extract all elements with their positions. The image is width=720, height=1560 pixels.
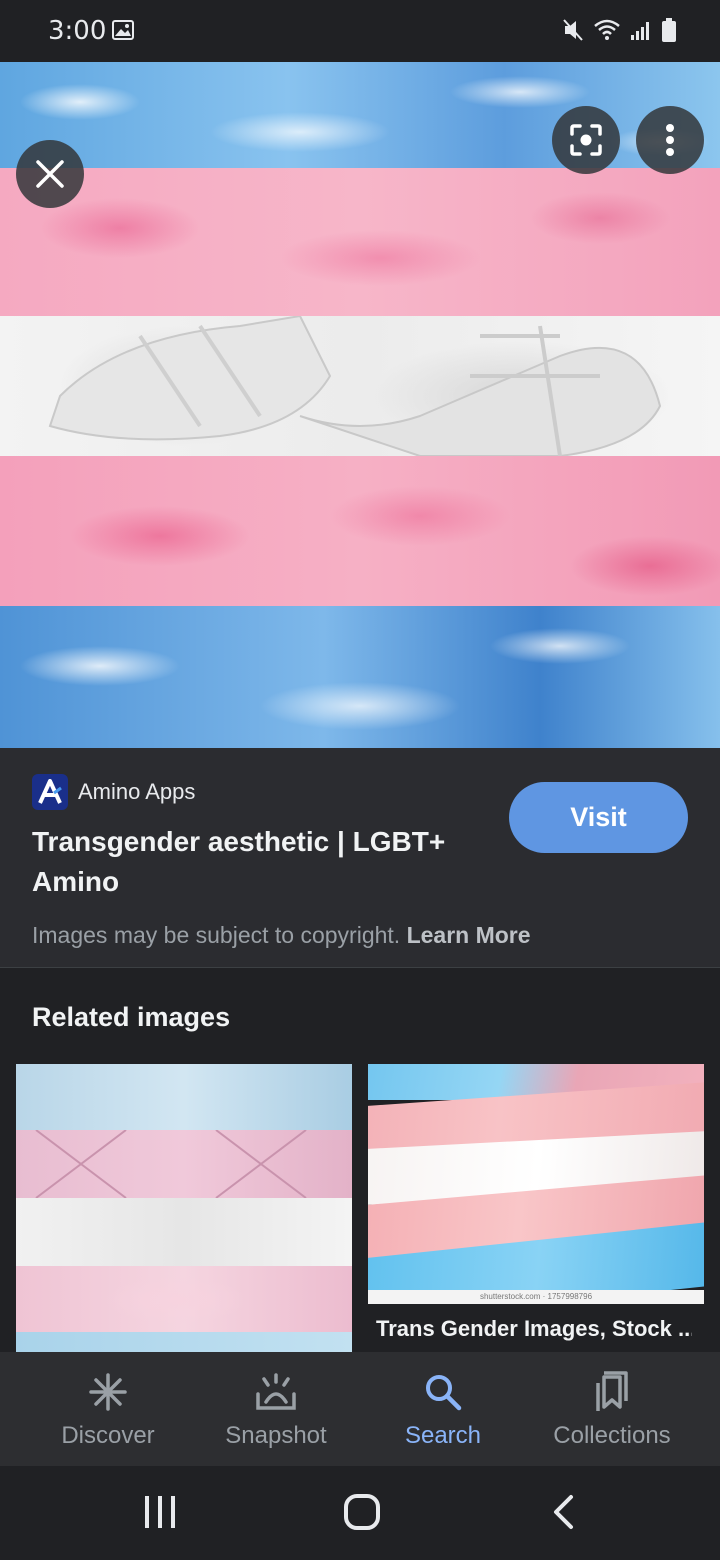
more-vertical-icon <box>666 124 674 156</box>
system-navigation-bar <box>0 1466 720 1560</box>
image-info-panel: Amino Apps Transgender aesthetic | LGBT+… <box>0 748 720 968</box>
source-name: Amino Apps <box>78 779 196 804</box>
learn-more-link[interactable]: Learn More <box>407 922 531 948</box>
bottom-navigation: Discover Snapshot Search Collections <box>0 1352 720 1466</box>
image-stripe-blue <box>0 606 720 748</box>
related-image-thumbnail[interactable] <box>16 1064 352 1352</box>
nav-snapshot[interactable]: Snapshot <box>186 1352 366 1466</box>
lens-button[interactable] <box>552 106 620 174</box>
related-images-heading: Related images <box>32 1002 231 1032</box>
stock-watermark: shutterstock.com · 1757998796 <box>479 1292 593 1301</box>
amino-logo-icon <box>32 774 68 810</box>
lens-icon <box>570 124 602 156</box>
gallery-notification-icon <box>112 20 134 45</box>
battery-icon <box>662 18 676 47</box>
status-time: 3:00 <box>48 16 107 46</box>
home-button[interactable] <box>342 1492 382 1532</box>
mute-icon <box>562 18 584 47</box>
divider <box>0 967 720 968</box>
nav-label: Snapshot <box>225 1422 327 1449</box>
recent-apps-icon <box>145 1496 175 1528</box>
image-stripe-pink <box>0 456 720 606</box>
image-stripe-pink <box>0 168 720 316</box>
source-row[interactable]: Amino Apps <box>32 774 195 810</box>
close-button[interactable] <box>16 140 84 208</box>
related-image-thumbnail[interactable] <box>368 1064 704 1304</box>
nav-label: Search <box>404 1422 482 1449</box>
main-image[interactable] <box>0 62 720 748</box>
image-stripe-white <box>0 316 720 456</box>
copyright-text: Images may be subject to copyright. <box>32 922 401 948</box>
nav-search[interactable]: Search <box>353 1352 533 1466</box>
recent-apps-button[interactable] <box>140 1492 180 1532</box>
search-icon <box>423 1370 463 1414</box>
home-icon <box>344 1494 380 1530</box>
back-icon <box>554 1495 573 1529</box>
related-images-grid: shutterstock.com · 1757998796 Trans Gend… <box>0 1064 720 1352</box>
status-icons <box>562 18 676 47</box>
signal-icon <box>630 19 652 46</box>
collections-icon <box>592 1370 632 1414</box>
nav-collections[interactable]: Collections <box>522 1352 702 1466</box>
status-bar: 3:00 <box>0 0 720 62</box>
wifi-icon <box>594 19 620 46</box>
back-button[interactable] <box>548 1492 578 1532</box>
snapshot-icon <box>254 1370 298 1414</box>
image-title[interactable]: Transgender aesthetic | LGBT+ Amino <box>32 822 482 902</box>
nav-label: Collections <box>553 1422 671 1449</box>
more-options-button[interactable] <box>636 106 704 174</box>
close-icon <box>36 160 64 188</box>
visit-button[interactable]: Visit <box>509 782 688 853</box>
copyright-notice: Images may be subject to copyright. Lear… <box>32 922 531 949</box>
nav-label: Discover <box>61 1422 155 1449</box>
nav-discover[interactable]: Discover <box>18 1352 198 1466</box>
related-image-title[interactable]: Trans Gender Images, Stock ... <box>376 1316 692 1342</box>
asterisk-icon <box>88 1370 128 1414</box>
